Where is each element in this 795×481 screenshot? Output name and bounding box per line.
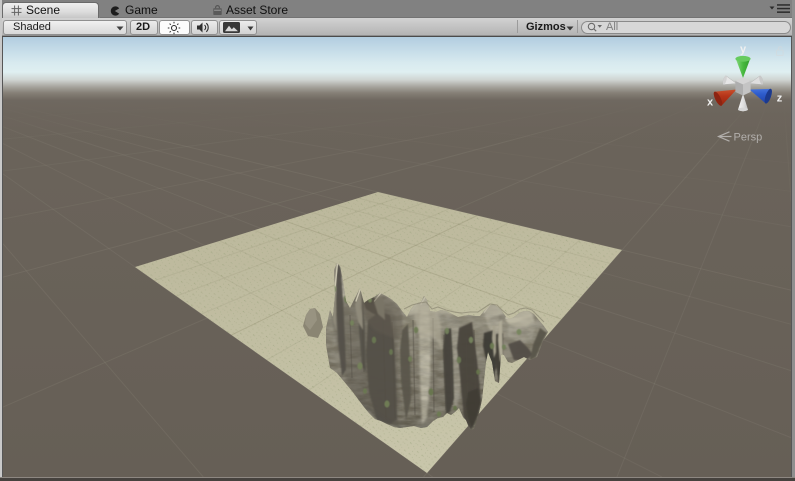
- svg-text:z: z: [777, 93, 783, 105]
- svg-text:y: y: [740, 44, 747, 56]
- svg-text:Persp: Persp: [734, 132, 763, 144]
- svg-text:x: x: [707, 97, 714, 109]
